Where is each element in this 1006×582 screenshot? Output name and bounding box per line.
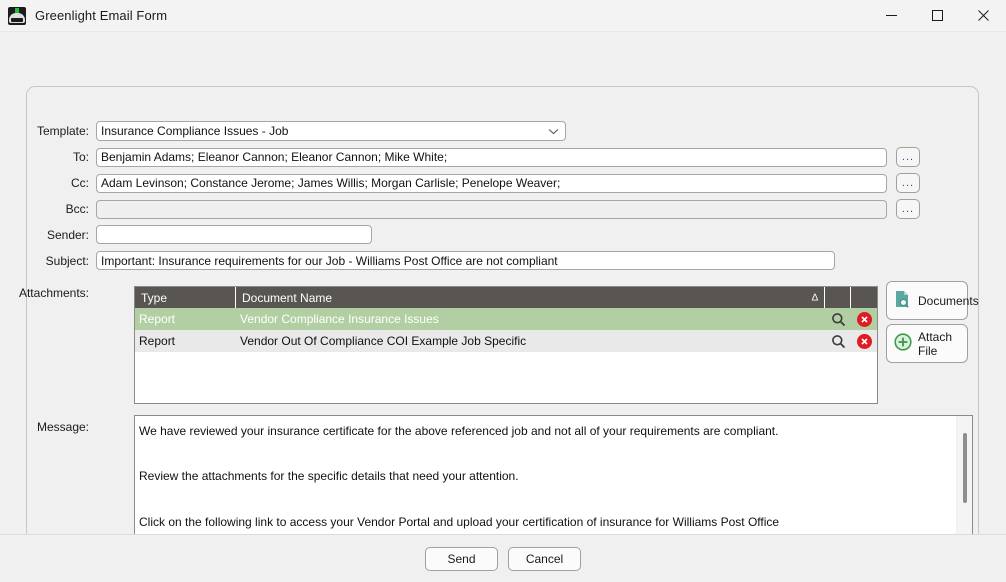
maximize-button[interactable] bbox=[914, 0, 960, 31]
bcc-label: Bcc: bbox=[65, 202, 89, 216]
bcc-input[interactable] bbox=[96, 199, 887, 219]
column-header-view bbox=[825, 287, 851, 308]
documents-button-label: Documents bbox=[918, 293, 979, 308]
greenlight-app-icon bbox=[8, 6, 26, 25]
attachments-grid: Type Document Name ∆ Report Vendor Compl… bbox=[134, 286, 878, 404]
row-to: To: Benjamin Adams; Eleanor Cannon; Elea… bbox=[0, 147, 980, 167]
row-view-button[interactable] bbox=[825, 308, 851, 330]
template-label: Template: bbox=[36, 124, 89, 138]
window-title: Greenlight Email Form bbox=[35, 8, 168, 23]
message-scrollbar-thumb[interactable] bbox=[963, 433, 967, 503]
minimize-button[interactable] bbox=[868, 0, 914, 31]
cancel-button[interactable]: Cancel bbox=[508, 546, 581, 571]
app-icon-shape bbox=[9, 12, 25, 23]
message-textarea[interactable]: We have reviewed your insurance certific… bbox=[135, 416, 956, 534]
email-form-window: Greenlight Email Form Template: Insuranc… bbox=[0, 0, 1006, 582]
table-row[interactable]: Report Vendor Out Of Compliance COI Exam… bbox=[135, 330, 877, 352]
row-bcc: Bcc: ... bbox=[0, 199, 980, 219]
row-document-name: Vendor Out Of Compliance COI Example Job… bbox=[240, 334, 527, 348]
close-button[interactable] bbox=[960, 0, 1006, 31]
row-delete-button[interactable] bbox=[851, 330, 877, 352]
attachments-grid-header: Type Document Name ∆ bbox=[135, 287, 877, 308]
column-header-document-name[interactable]: Document Name ∆ bbox=[236, 287, 825, 308]
footer-bar: Send Cancel bbox=[0, 534, 1006, 582]
row-message-label: Message: bbox=[0, 420, 140, 434]
attachments-label: Attachments: bbox=[18, 286, 89, 300]
cc-input[interactable]: Adam Levinson; Constance Jerome; James W… bbox=[96, 173, 887, 193]
row-type: Report bbox=[139, 334, 176, 348]
table-row[interactable]: Report Vendor Compliance Insurance Issue… bbox=[135, 308, 877, 330]
row-view-button[interactable] bbox=[825, 330, 851, 352]
cc-label: Cc: bbox=[71, 176, 89, 190]
chevron-down-icon bbox=[548, 128, 561, 135]
sender-label: Sender: bbox=[46, 227, 89, 242]
delete-circle-icon bbox=[856, 333, 872, 349]
sender-input[interactable] bbox=[96, 225, 372, 244]
template-select[interactable]: Insurance Compliance Issues - Job bbox=[96, 121, 566, 141]
row-document-name: Vendor Compliance Insurance Issues bbox=[240, 312, 439, 326]
message-body-container: We have reviewed your insurance certific… bbox=[134, 415, 973, 535]
row-attachments-label: Attachments: bbox=[0, 286, 140, 300]
magnifier-icon bbox=[830, 311, 847, 328]
magnifier-icon bbox=[830, 333, 847, 350]
form-content: Template: Insurance Compliance Issues - … bbox=[0, 32, 1006, 582]
row-type: Report bbox=[139, 312, 176, 326]
cc-browse-button[interactable]: ... bbox=[896, 173, 920, 193]
column-header-document-name-text: Document Name bbox=[242, 290, 333, 305]
document-search-icon bbox=[894, 290, 912, 312]
title-bar: Greenlight Email Form bbox=[0, 0, 1006, 32]
column-header-type[interactable]: Type bbox=[135, 287, 236, 308]
message-scrollbar[interactable] bbox=[956, 416, 972, 534]
app-icon-green-accent bbox=[15, 7, 19, 13]
grid-empty-area bbox=[135, 352, 877, 403]
to-label: To: bbox=[72, 150, 89, 164]
documents-button[interactable]: Documents bbox=[886, 281, 979, 320]
message-label: Message: bbox=[36, 420, 89, 434]
to-browse-button[interactable]: ... bbox=[896, 147, 920, 167]
row-sender: Sender: bbox=[0, 225, 980, 244]
row-cc: Cc: Adam Levinson; Constance Jerome; Jam… bbox=[0, 173, 980, 193]
row-subject: Subject: Important: Insurance requiremen… bbox=[0, 251, 980, 270]
to-input[interactable]: Benjamin Adams; Eleanor Cannon; Eleanor … bbox=[96, 147, 887, 167]
attach-file-button[interactable]: Attach File bbox=[886, 324, 968, 363]
sort-ascending-icon: ∆ bbox=[811, 292, 818, 303]
subject-input[interactable]: Important: Insurance requirements for ou… bbox=[96, 251, 835, 270]
window-controls bbox=[868, 0, 1006, 31]
row-delete-button[interactable] bbox=[851, 308, 877, 330]
plus-circle-icon bbox=[894, 333, 912, 354]
column-header-delete bbox=[851, 287, 877, 308]
subject-label: Subject: bbox=[45, 253, 89, 268]
delete-circle-icon bbox=[856, 311, 872, 327]
row-template: Template: Insurance Compliance Issues - … bbox=[0, 121, 980, 141]
send-button[interactable]: Send bbox=[425, 546, 498, 571]
template-selected-value: Insurance Compliance Issues - Job bbox=[101, 124, 289, 138]
bcc-browse-button[interactable]: ... bbox=[896, 199, 920, 219]
attach-file-button-label: Attach File bbox=[918, 329, 953, 358]
